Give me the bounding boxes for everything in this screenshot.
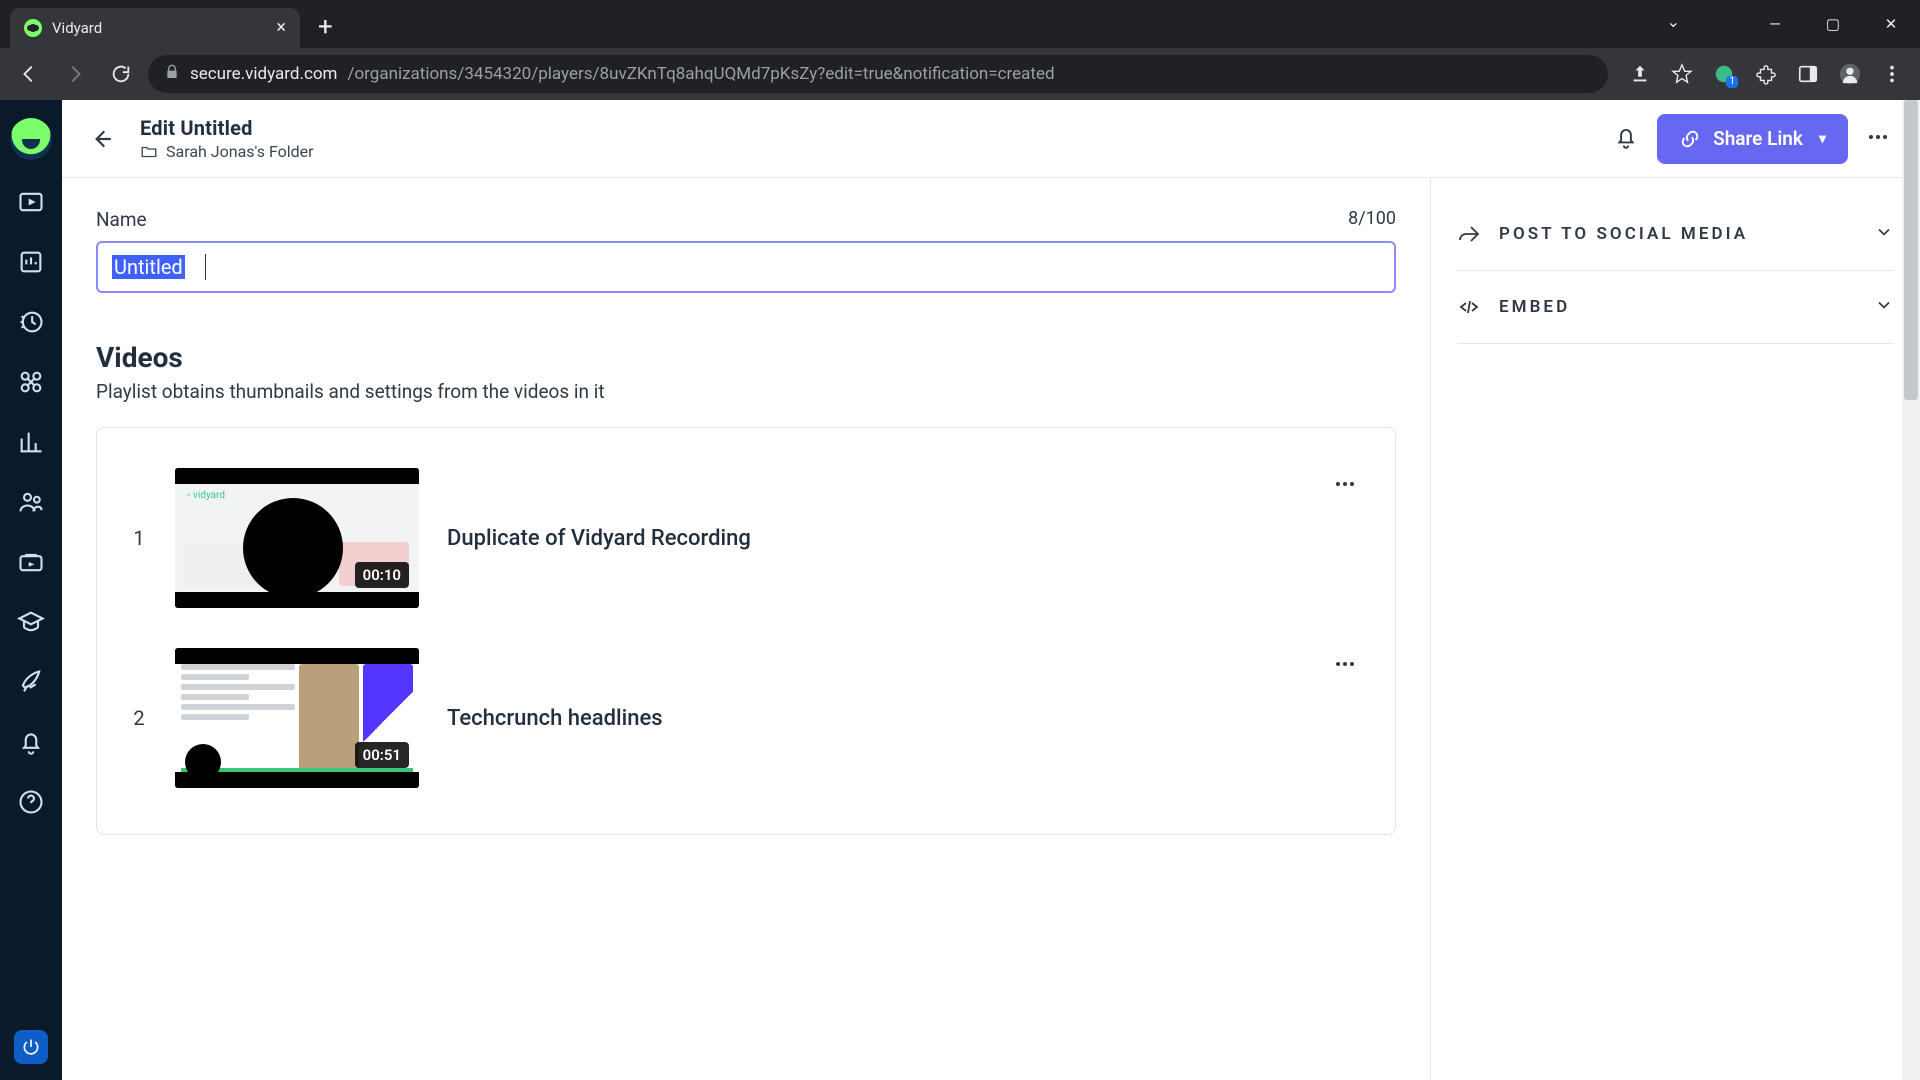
address-bar[interactable]: secure.vidyard.com/organizations/3454320… — [148, 55, 1608, 93]
notifications-icon[interactable] — [1613, 124, 1639, 154]
browser-tab-strip: Vidyard × + ⌄ — ▢ ✕ — [0, 0, 1920, 48]
extension-icon[interactable]: 1 — [1706, 56, 1742, 92]
chevron-down-icon — [1874, 295, 1894, 320]
browser-tab[interactable]: Vidyard × — [10, 8, 300, 48]
window-maximize-icon[interactable]: ▢ — [1804, 0, 1862, 48]
browser-toolbar: secure.vidyard.com/organizations/3454320… — [0, 48, 1920, 100]
app-root: Edit Untitled Sarah Jonas's Folder Share… — [0, 100, 1920, 1080]
name-input-selection: Untitled — [112, 255, 185, 279]
toolbar-right: 1 — [1616, 56, 1910, 92]
rail-power-icon[interactable] — [14, 1030, 48, 1064]
video-thumbnail[interactable]: 00:51 — [175, 648, 419, 788]
video-thumbnail[interactable]: ◦ vidyard 00:10 — [175, 468, 419, 608]
side-panel: POST TO SOCIAL MEDIA EMBED — [1430, 178, 1920, 1080]
panel-label: EMBED — [1499, 297, 1570, 317]
folder-name: Sarah Jonas's Folder — [166, 142, 314, 161]
extensions-puzzle-icon[interactable] — [1748, 56, 1784, 92]
page-scrollbar-thumb[interactable] — [1904, 100, 1918, 400]
nav-reload-icon[interactable] — [102, 55, 140, 93]
name-label: Name — [96, 208, 147, 231]
new-tab-button[interactable]: + — [300, 12, 347, 48]
back-button[interactable] — [80, 118, 122, 160]
window-controls: — ▢ ✕ — [1746, 0, 1920, 48]
video-title: Techcrunch headlines — [447, 706, 663, 731]
chevron-down-icon — [1874, 222, 1894, 247]
rail-history-icon[interactable] — [17, 308, 45, 340]
name-input[interactable]: Untitled — [96, 241, 1396, 293]
url-path: /organizations/3454320/players/8uvZKnTq8… — [347, 64, 1054, 84]
panel-embed[interactable]: EMBED — [1457, 271, 1894, 343]
chevron-down-icon: ▾ — [1819, 131, 1826, 147]
tab-close-icon[interactable]: × — [276, 19, 286, 37]
vidyard-favicon — [24, 19, 42, 37]
video-duration-badge: 00:10 — [355, 562, 409, 588]
window-minimize-icon[interactable]: — — [1746, 0, 1804, 48]
rail-rocket-icon[interactable] — [17, 668, 45, 700]
profile-avatar-icon[interactable] — [1832, 56, 1868, 92]
window-close-icon[interactable]: ✕ — [1862, 0, 1920, 48]
vidyard-logo[interactable] — [10, 118, 52, 160]
tab-search-icon[interactable]: ⌄ — [1667, 12, 1680, 31]
panel-post-social[interactable]: POST TO SOCIAL MEDIA — [1457, 198, 1894, 270]
page-title: Edit Untitled — [140, 116, 314, 140]
sidepanel-icon[interactable] — [1790, 56, 1826, 92]
extension-badge: 1 — [1726, 76, 1738, 88]
rail-library-icon[interactable] — [17, 188, 45, 220]
lock-icon — [164, 64, 180, 85]
rail-team-icon[interactable] — [17, 488, 45, 520]
overflow-menu-icon[interactable] — [1866, 125, 1890, 153]
name-char-counter: 8/100 — [1348, 208, 1396, 231]
videos-heading: Videos — [96, 341, 1396, 374]
page-header: Edit Untitled Sarah Jonas's Folder Share… — [62, 100, 1920, 178]
rail-channels-icon[interactable] — [17, 548, 45, 580]
share-link-label: Share Link — [1713, 127, 1803, 150]
video-index: 1 — [131, 526, 147, 550]
share-link-button[interactable]: Share Link ▾ — [1657, 114, 1848, 164]
video-more-icon[interactable] — [1333, 472, 1357, 500]
video-duration-badge: 00:51 — [355, 742, 409, 768]
browser-tab-title: Vidyard — [52, 19, 102, 37]
rail-analytics-icon[interactable] — [17, 428, 45, 460]
rail-academy-icon[interactable] — [17, 608, 45, 640]
text-cursor-icon — [205, 254, 206, 280]
video-row[interactable]: 2 00:51 Techcrunch headlines — [127, 638, 1365, 798]
divider — [1457, 343, 1894, 344]
rail-notifications-icon[interactable] — [17, 728, 45, 760]
chrome-menu-icon[interactable] — [1874, 56, 1910, 92]
panel-label: POST TO SOCIAL MEDIA — [1499, 224, 1748, 244]
left-nav-rail — [0, 100, 62, 1080]
rail-integrations-icon[interactable] — [17, 368, 45, 400]
videos-subheading: Playlist obtains thumbnails and settings… — [96, 380, 1396, 403]
nav-forward-icon — [56, 55, 94, 93]
video-more-icon[interactable] — [1333, 652, 1357, 680]
bookmark-star-icon[interactable] — [1664, 56, 1700, 92]
breadcrumb[interactable]: Sarah Jonas's Folder — [140, 142, 314, 161]
nav-back-icon[interactable] — [10, 55, 48, 93]
video-title: Duplicate of Vidyard Recording — [447, 526, 751, 551]
video-row[interactable]: 1 ◦ vidyard 00:10 Duplicate of Vidyard R… — [127, 458, 1365, 618]
share-page-icon[interactable] — [1622, 56, 1658, 92]
rail-insights-icon[interactable] — [17, 248, 45, 280]
videos-card: 1 ◦ vidyard 00:10 Duplicate of Vidyard R… — [96, 427, 1396, 835]
video-index: 2 — [131, 706, 147, 730]
rail-help-icon[interactable] — [17, 788, 45, 820]
url-host: secure.vidyard.com — [190, 64, 337, 84]
main-column: Name 8/100 Untitled Videos Playlist obta… — [62, 178, 1430, 1080]
